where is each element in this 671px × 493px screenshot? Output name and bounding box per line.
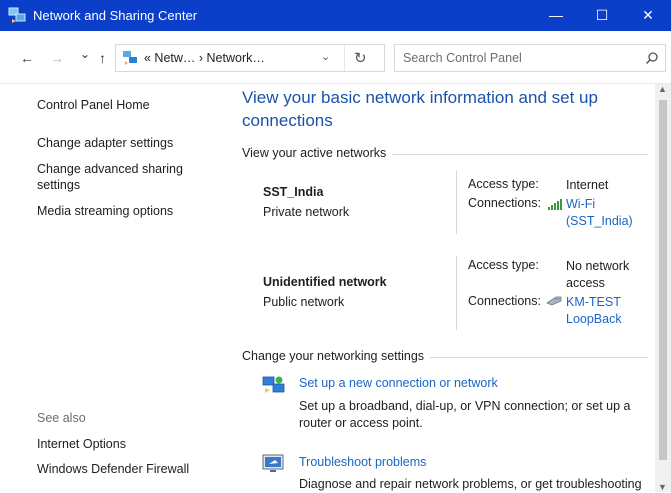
search-box[interactable] xyxy=(394,44,666,72)
refresh-button[interactable]: ↻ xyxy=(354,49,367,67)
sidebar-item-change-adapter-settings[interactable]: Change adapter settings xyxy=(37,135,173,151)
search-icon[interactable] xyxy=(645,51,659,65)
access-type-text: No network xyxy=(566,259,630,273)
back-button[interactable]: ← xyxy=(20,50,34,66)
access-type-value: Internet xyxy=(566,178,609,192)
divider xyxy=(392,154,648,155)
page-title: View your basic network information and … xyxy=(242,86,652,132)
breadcrumb[interactable]: « Netw… › Network… xyxy=(144,51,265,65)
divider xyxy=(430,357,648,358)
connections-label: Connections: xyxy=(468,294,541,308)
forward-button[interactable]: → xyxy=(50,50,64,66)
title-bar: Network and Sharing Center — ☐ ✕ xyxy=(0,0,671,31)
troubleshoot-problems-link[interactable]: Troubleshoot problems xyxy=(299,455,426,469)
scrollbar-thumb[interactable] xyxy=(659,100,667,460)
access-type-text: access xyxy=(566,276,605,290)
window-title: Network and Sharing Center xyxy=(33,8,198,23)
divider xyxy=(456,170,457,234)
see-also-internet-options[interactable]: Internet Options xyxy=(37,436,126,452)
page-title-line: connections xyxy=(242,111,333,130)
see-also-heading: See also xyxy=(37,411,86,425)
access-type-label: Access type: xyxy=(468,177,539,191)
troubleshoot-icon xyxy=(262,454,284,472)
network-center-icon xyxy=(8,7,26,23)
sidebar-item-label: Change advanced sharing xyxy=(37,162,183,176)
network-center-icon xyxy=(123,51,137,65)
connection-wifi-link[interactable]: Wi-Fi (SST_India) xyxy=(566,196,633,230)
network-category: Public network xyxy=(263,295,345,309)
wifi-signal-icon xyxy=(548,199,562,210)
connection-link-text: Wi-Fi xyxy=(566,197,596,211)
sidebar-item-label: settings xyxy=(37,178,81,192)
address-separator xyxy=(344,45,345,71)
see-also-windows-defender-firewall[interactable]: Windows Defender Firewall xyxy=(37,461,189,477)
change-settings-label: Change your networking settings xyxy=(242,349,425,363)
close-button[interactable]: ✕ xyxy=(625,0,671,31)
task-description-line: Diagnose and repair network problems, or… xyxy=(299,477,642,491)
active-networks-label: View your active networks xyxy=(242,146,387,160)
task-description-line: Set up a broadband, dial-up, or VPN conn… xyxy=(299,399,631,413)
scroll-up-icon[interactable]: ▲ xyxy=(658,84,667,94)
ethernet-cable-icon xyxy=(546,296,562,306)
task-description: Set up a broadband, dial-up, or VPN conn… xyxy=(299,398,644,432)
up-button[interactable]: ↑ xyxy=(99,50,106,66)
setup-new-connection-link[interactable]: Set up a new connection or network xyxy=(299,376,498,390)
access-type-label: Access type: xyxy=(468,258,539,272)
connection-km-test-link[interactable]: KM-TEST LoopBack xyxy=(566,294,622,328)
sidebar-item-change-advanced-sharing[interactable]: Change advanced sharing settings xyxy=(37,161,183,193)
network-name: SST_India xyxy=(263,185,324,199)
sidebar-item-control-panel-home[interactable]: Control Panel Home xyxy=(37,97,150,113)
new-connection-icon xyxy=(262,376,285,393)
connection-link-text: LoopBack xyxy=(566,312,622,326)
scroll-down-icon[interactable]: ▼ xyxy=(658,482,667,492)
recent-locations-button[interactable]: ⌄ xyxy=(80,47,90,61)
access-type-value: No network access xyxy=(566,258,629,292)
maximize-button[interactable]: ☐ xyxy=(579,0,625,31)
connection-link-text: KM-TEST xyxy=(566,295,621,309)
chevron-down-icon[interactable]: ⌄ xyxy=(321,50,330,63)
network-category: Private network xyxy=(263,205,350,219)
vertical-scrollbar[interactable]: ▲ ▼ xyxy=(655,84,671,492)
task-description-line: router or access point. xyxy=(299,416,423,430)
divider xyxy=(456,256,457,330)
address-bar[interactable]: « Netw… › Network… ⌄ ↻ xyxy=(115,44,385,72)
search-input[interactable] xyxy=(401,50,635,66)
network-name: Unidentified network xyxy=(263,275,387,289)
connection-link-text: (SST_India) xyxy=(566,214,633,228)
connections-label: Connections: xyxy=(468,196,541,210)
sidebar-item-media-streaming[interactable]: Media streaming options xyxy=(37,203,173,219)
task-description: Diagnose and repair network problems, or… xyxy=(299,476,659,493)
page-title-line: View your basic network information and … xyxy=(242,88,598,107)
navigation-bar: ← → ⌄ ↑ « Netw… › Network… ⌄ ↻ xyxy=(0,31,671,84)
minimize-button[interactable]: — xyxy=(533,0,579,31)
